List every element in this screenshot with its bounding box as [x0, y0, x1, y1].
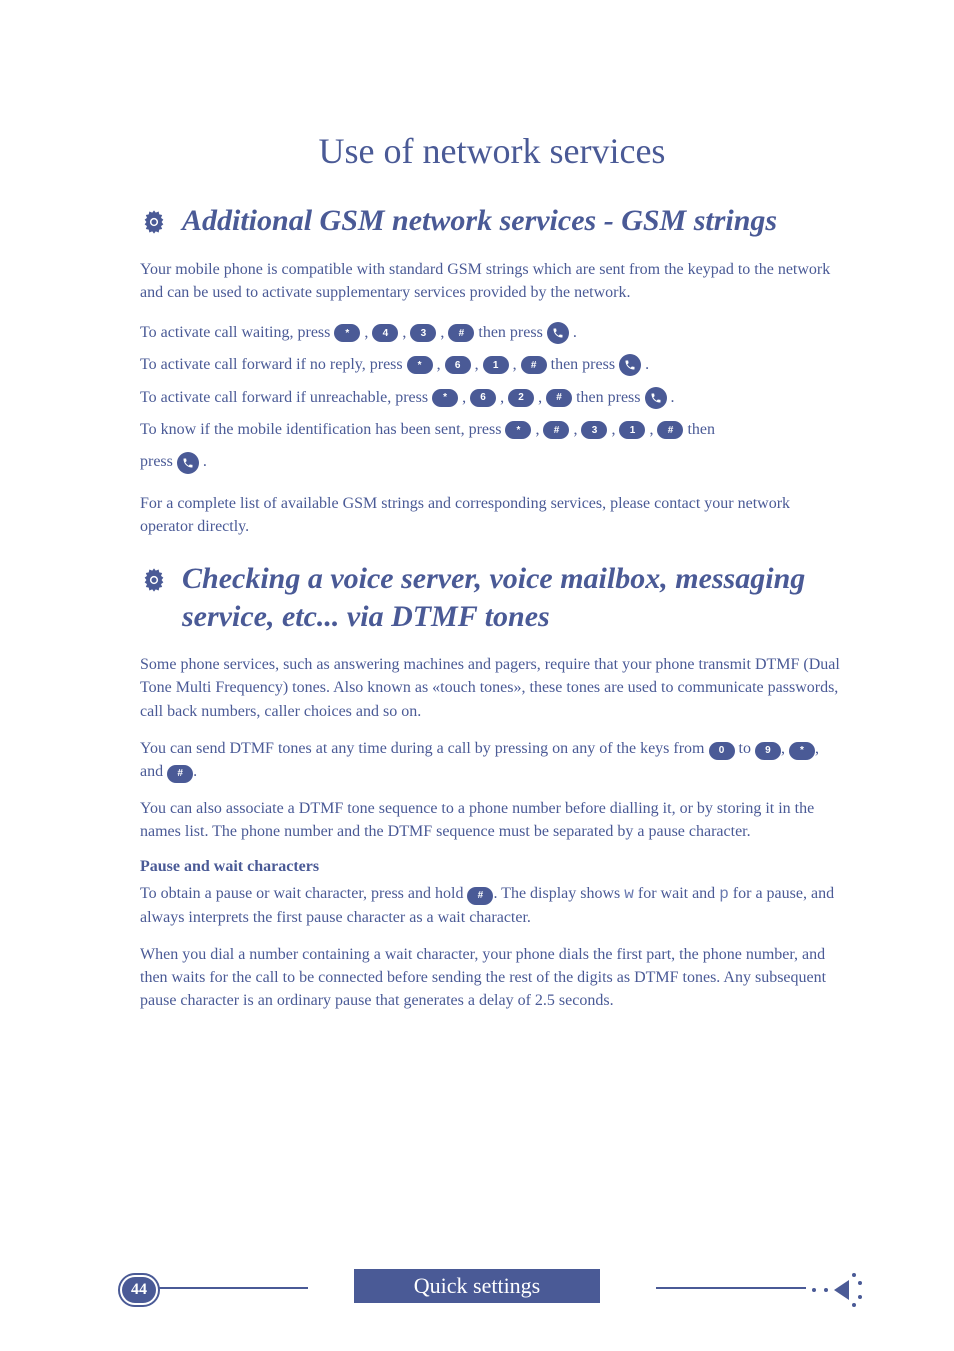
key-#: # [448, 324, 474, 342]
separator: , [402, 318, 406, 348]
key-1: 1 [483, 356, 509, 374]
section2-p5: When you dial a number containing a wait… [140, 943, 844, 1013]
key-hash: # [467, 887, 493, 905]
key-1: 1 [619, 421, 645, 439]
pause-wait-heading: Pause and wait characters [140, 858, 844, 876]
text: then press [551, 350, 615, 380]
separator: , [513, 350, 517, 380]
text: then [687, 415, 715, 445]
text: then press [576, 383, 640, 413]
separator: , [437, 350, 441, 380]
separator: , [440, 318, 444, 348]
text: . [645, 350, 649, 380]
separator: , [538, 383, 542, 413]
key-9: 9 [755, 742, 781, 760]
text: . [193, 763, 197, 780]
gear-icon [140, 208, 168, 236]
section2-p2: You can send DTMF tones at any time duri… [140, 737, 844, 784]
section2-p4: To obtain a pause or wait character, pre… [140, 882, 844, 929]
text: . [203, 447, 207, 477]
page-title: Use of network services [140, 130, 844, 172]
key-6: 6 [470, 389, 496, 407]
key-star: * [789, 742, 815, 760]
gsm-line-continuation: press . [140, 447, 844, 477]
gear-icon [140, 566, 168, 594]
text: To activate call waiting, press [140, 318, 330, 348]
key-6: 6 [445, 356, 471, 374]
text: . [671, 383, 675, 413]
text: To know if the mobile identification has… [140, 415, 501, 445]
call-key [547, 322, 569, 344]
key-*: * [505, 421, 531, 439]
call-key [645, 387, 667, 409]
section1-header: Additional GSM network services - GSM st… [140, 202, 844, 240]
char-p: p [719, 885, 729, 903]
page-number-badge: 44 [118, 1273, 160, 1307]
separator: , [573, 415, 577, 445]
section1-title: Additional GSM network services - GSM st… [182, 202, 777, 240]
key-4: 4 [372, 324, 398, 342]
decorative-dots-icon [804, 1265, 864, 1315]
gsm-line: To activate call waiting, press *, 4, 3,… [140, 318, 844, 348]
separator: , [364, 318, 368, 348]
key-3: 3 [581, 421, 607, 439]
key-#: # [546, 389, 572, 407]
footer-line-right [656, 1287, 806, 1289]
key-#: # [657, 421, 683, 439]
key-*: * [334, 324, 360, 342]
key-hash: # [167, 765, 193, 783]
key-0: 0 [709, 742, 735, 760]
section2-p1: Some phone services, such as answering m… [140, 653, 844, 723]
page-footer: 44 Quick settings [0, 1269, 954, 1303]
section2-p3: You can also associate a DTMF tone seque… [140, 797, 844, 843]
key-3: 3 [410, 324, 436, 342]
separator: , [649, 415, 653, 445]
key-*: * [432, 389, 458, 407]
call-key [177, 452, 199, 474]
separator: , [611, 415, 615, 445]
call-key [619, 354, 641, 376]
text: To obtain a pause or wait character, pre… [140, 885, 467, 902]
gsm-line: To activate call forward if unreachable,… [140, 383, 844, 413]
text: to [735, 740, 755, 757]
footer-label: Quick settings [354, 1269, 601, 1303]
text: for wait and [634, 885, 719, 902]
separator: , [462, 383, 466, 413]
page-number: 44 [122, 1277, 156, 1303]
key-*: * [407, 356, 433, 374]
text: then press [478, 318, 542, 348]
footer-line-left [158, 1287, 308, 1289]
gsm-string-lines: To activate call waiting, press *, 4, 3,… [140, 318, 844, 478]
gsm-line: To know if the mobile identification has… [140, 415, 844, 445]
key-#: # [543, 421, 569, 439]
text: , [781, 740, 789, 757]
section1-intro: Your mobile phone is compatible with sta… [140, 258, 844, 304]
key-#: # [521, 356, 547, 374]
char-w: w [624, 885, 634, 903]
gsm-line: To activate call forward if no reply, pr… [140, 350, 844, 380]
section2-title: Checking a voice server, voice mailbox, … [182, 560, 844, 635]
separator: , [475, 350, 479, 380]
text: . The display shows [493, 885, 624, 902]
separator: , [500, 383, 504, 413]
text: . [573, 318, 577, 348]
section1-outro: For a complete list of available GSM str… [140, 492, 844, 538]
section2-header: Checking a voice server, voice mailbox, … [140, 560, 844, 635]
text: To activate call forward if no reply, pr… [140, 350, 403, 380]
text: You can send DTMF tones at any time duri… [140, 740, 709, 757]
key-2: 2 [508, 389, 534, 407]
separator: , [535, 415, 539, 445]
text: To activate call forward if unreachable,… [140, 383, 428, 413]
text: press [140, 447, 173, 477]
